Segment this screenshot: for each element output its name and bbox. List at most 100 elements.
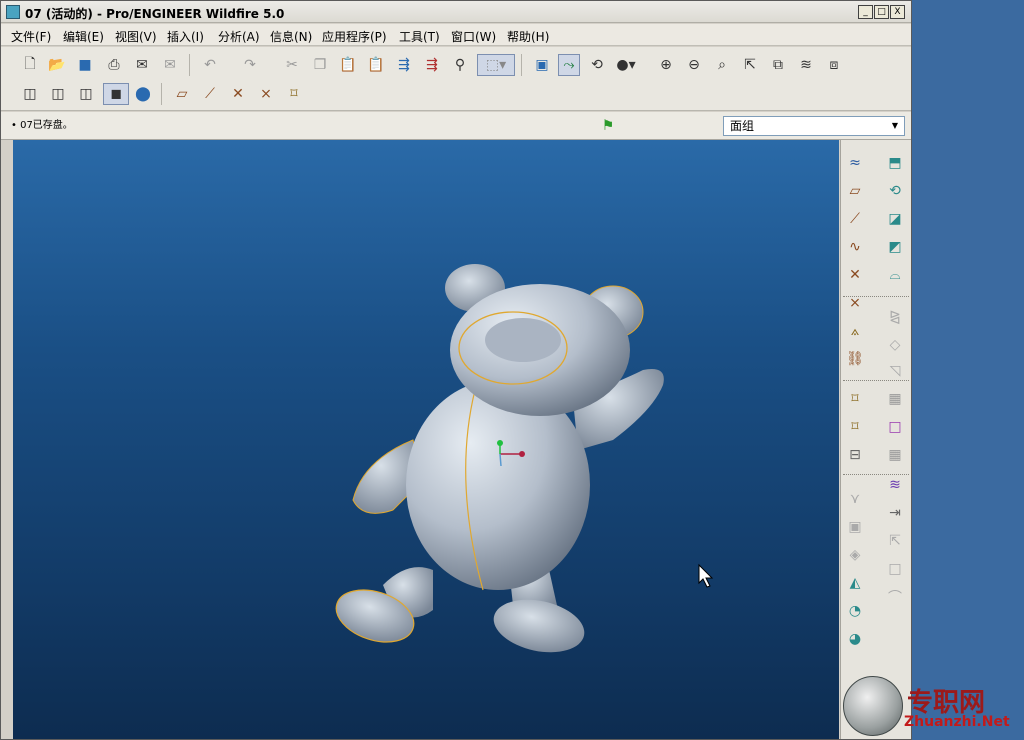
intersect-icon[interactable]: ⌒ — [883, 586, 907, 608]
csys-y-point — [497, 440, 503, 446]
menu-insert[interactable]: 插入(I) — [167, 28, 204, 45]
solidify-icon[interactable]: ⇥ — [883, 502, 907, 524]
copy-icon[interactable]: ❐ — [309, 54, 331, 76]
sweep-icon[interactable]: ◪ — [883, 208, 907, 230]
app-icon — [6, 5, 20, 19]
merge-icon[interactable]: ◇ — [883, 334, 907, 356]
menu-help[interactable]: 帮助(H) — [507, 28, 549, 45]
orient-icon[interactable]: ⟲ — [586, 54, 608, 76]
menu-info[interactable]: 信息(N) — [270, 28, 312, 45]
datum-point-icon[interactable]: ✕ — [843, 264, 867, 286]
hidden-line-icon[interactable]: ◫ — [47, 83, 69, 105]
offset-icon[interactable]: ▦ — [883, 444, 907, 466]
csys-toggle-icon[interactable]: ⨯ — [255, 83, 277, 105]
annotation-icon[interactable]: ⌑ — [843, 388, 867, 410]
offset-csys-icon[interactable]: ⟑ — [843, 320, 867, 342]
analysis-feature-icon[interactable]: ⛓ — [843, 348, 867, 370]
bear-muzzle — [485, 318, 561, 362]
reorient-icon[interactable]: ⇱ — [739, 54, 761, 76]
datum-axis-toggle-icon[interactable]: ⟋ — [199, 83, 221, 105]
shading-icon[interactable]: ◼ — [103, 83, 129, 105]
pattern-icon[interactable]: ▦ — [883, 388, 907, 410]
open-icon[interactable]: 📂 — [46, 54, 68, 76]
csys-x-point — [519, 451, 525, 457]
trim-icon[interactable]: ◹ — [883, 360, 907, 382]
extrude-icon[interactable]: ⬒ — [883, 152, 907, 174]
undo-icon[interactable]: ↶ — [199, 54, 221, 76]
extend-icon[interactable]: □ — [883, 416, 907, 438]
merge-surface-icon[interactable]: ◕ — [843, 628, 867, 650]
shell-icon[interactable]: ▣ — [843, 516, 867, 538]
paste-special-icon[interactable]: 📋 — [365, 54, 387, 76]
boundary-icon[interactable]: ⋎ — [843, 488, 867, 510]
menu-file[interactable]: 文件(F) — [11, 28, 51, 45]
desktop-background — [912, 0, 1024, 740]
traffic-light-icon: ⚑ — [601, 118, 615, 134]
csys-icon[interactable]: ⨯ — [843, 292, 867, 314]
find-icon[interactable]: ⚲ — [449, 54, 471, 76]
draft-icon[interactable]: ◈ — [843, 544, 867, 566]
left-splitter[interactable] — [1, 140, 13, 739]
saved-views-icon[interactable]: ⧉ — [767, 54, 789, 76]
wrap-icon[interactable]: □ — [883, 558, 907, 580]
zoom-in-icon[interactable]: ⊕ — [655, 54, 677, 76]
selection-filter-dropdown[interactable]: 面组 ▼ — [723, 116, 905, 136]
sketch-icon[interactable]: ⊟ — [843, 444, 867, 466]
blend-icon[interactable]: ◩ — [883, 236, 907, 258]
redo-icon[interactable]: ↷ — [239, 54, 261, 76]
title-bar[interactable]: 07 (活动的) - Pro/ENGINEER Wildfire 5.0 _ □… — [1, 1, 911, 23]
graphics-viewport[interactable] — [13, 140, 839, 739]
appearance-icon[interactable]: ●▾ — [615, 54, 637, 76]
mirror-icon[interactable]: ⧎ — [883, 306, 907, 328]
select-box-icon[interactable]: ⬚▾ — [477, 54, 515, 76]
annotation-toggle-icon[interactable]: ⌑ — [283, 83, 305, 105]
feature-toolbar: ≈ ⬒ ▱ ⟲ ⟋ ◪ ∿ ◩ ✕ ⌓ ⨯ ⧎ ⟑ ◇ ⛓ ◹ ⌑ ▦ ⌑ □ … — [840, 140, 911, 739]
spin-center-icon[interactable]: ⤳ — [558, 54, 580, 76]
menu-applications[interactable]: 应用程序(P) — [322, 28, 387, 45]
print-icon[interactable]: ⎙ — [103, 54, 125, 76]
menu-view[interactable]: 视图(V) — [115, 28, 157, 45]
sketched-curve-icon[interactable]: ≈ — [843, 152, 867, 174]
round-icon[interactable]: ◭ — [843, 572, 867, 594]
maximize-button[interactable]: □ — [874, 5, 889, 19]
chevron-down-icon: ▼ — [891, 121, 898, 130]
regen-manager-icon[interactable]: ⇶ — [421, 54, 443, 76]
model-canvas[interactable] — [13, 140, 839, 739]
note-icon[interactable]: ⌑ — [843, 416, 867, 438]
new-file-icon[interactable]: 🗋 — [19, 54, 41, 76]
bear-model[interactable] — [330, 264, 664, 660]
view-manager-icon[interactable]: ⧈ — [823, 54, 845, 76]
watermark-url: Zhuanzhi.Net — [904, 714, 1010, 730]
cut-icon[interactable]: ✂ — [281, 54, 303, 76]
watermark-logo — [843, 676, 903, 736]
datum-plane-icon[interactable]: ▱ — [843, 180, 867, 202]
datum-point-toggle-icon[interactable]: ✕ — [227, 83, 249, 105]
wireframe-icon[interactable]: ◫ — [19, 83, 41, 105]
project-icon[interactable]: ⇱ — [883, 530, 907, 552]
zoom-out-icon[interactable]: ⊖ — [683, 54, 705, 76]
email-icon[interactable]: ✉ — [131, 54, 153, 76]
enhanced-realism-icon[interactable]: ⬤ — [132, 83, 154, 105]
repaint-icon[interactable]: ▣ — [531, 54, 553, 76]
regenerate-icon[interactable]: ⇶ — [393, 54, 415, 76]
style-icon[interactable]: ⌓ — [883, 264, 907, 286]
layers-icon[interactable]: ≋ — [795, 54, 817, 76]
chamfer-icon[interactable]: ◔ — [843, 600, 867, 622]
menu-analysis[interactable]: 分析(A) — [218, 28, 260, 45]
datum-axis-icon[interactable]: ⟋ — [843, 208, 867, 230]
minimize-button[interactable]: _ — [858, 5, 873, 19]
toolbar-separator — [161, 83, 162, 105]
refit-icon[interactable]: ⌕ — [711, 54, 733, 76]
datum-plane-toggle-icon[interactable]: ▱ — [171, 83, 193, 105]
paste-icon[interactable]: 📋 — [337, 54, 359, 76]
revolve-icon[interactable]: ⟲ — [883, 180, 907, 202]
thicken-icon[interactable]: ≋ — [883, 474, 907, 496]
datum-curve-icon[interactable]: ∿ — [843, 236, 867, 258]
menu-edit[interactable]: 编辑(E) — [63, 28, 104, 45]
no-hidden-icon[interactable]: ◫ — [75, 83, 97, 105]
menu-window[interactable]: 窗口(W) — [451, 28, 496, 45]
menu-tools[interactable]: 工具(T) — [399, 28, 440, 45]
save-icon[interactable]: ■ — [74, 54, 96, 76]
email-link-icon[interactable]: ✉ — [159, 54, 181, 76]
close-button[interactable]: X — [890, 5, 905, 19]
